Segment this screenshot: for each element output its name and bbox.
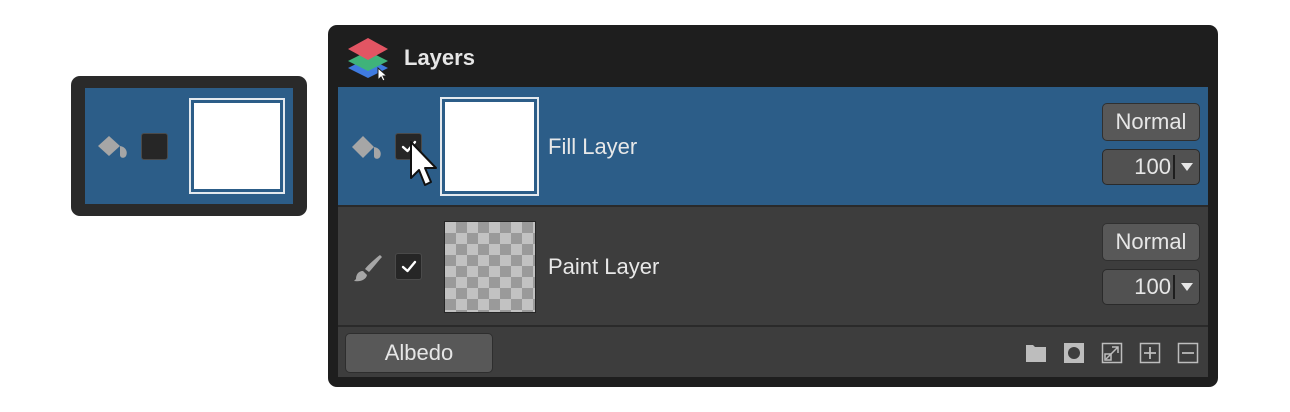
layers-icon	[348, 38, 389, 82]
opacity-dropdown[interactable]: 100	[1102, 149, 1200, 185]
checkmark-icon	[401, 260, 416, 272]
opacity-divider	[1173, 155, 1175, 179]
panel-footer: Albedo	[338, 327, 1208, 377]
opacity-value[interactable]: 100	[1103, 270, 1171, 304]
layer-name[interactable]: Paint Layer	[548, 254, 659, 280]
chevron-down-icon[interactable]	[1180, 162, 1194, 172]
mouse-cursor-icon	[410, 141, 437, 186]
layers-panel: Layers Fill Layer Normal 100 Paint Layer…	[328, 25, 1218, 387]
resize-icon[interactable]	[1101, 342, 1123, 364]
add-layer-icon[interactable]	[1139, 342, 1161, 364]
layer-thumbnail[interactable]	[440, 97, 539, 196]
zoom-preview-row	[85, 88, 293, 204]
paint-brush-icon	[354, 255, 382, 282]
remove-layer-icon[interactable]	[1177, 342, 1199, 364]
mask-icon[interactable]	[1063, 342, 1085, 364]
panel-header: Layers	[328, 25, 1218, 87]
opacity-dropdown[interactable]: 100	[1102, 269, 1200, 305]
layer-name[interactable]: Fill Layer	[548, 134, 637, 160]
blend-mode-button[interactable]: Normal	[1102, 103, 1200, 141]
layer-row-fill[interactable]: Fill Layer Normal 100	[338, 87, 1208, 205]
channel-button[interactable]: Albedo	[345, 333, 493, 373]
zoom-checkbox	[141, 133, 168, 160]
fill-bucket-icon	[352, 136, 381, 159]
blend-mode-button[interactable]: Normal	[1102, 223, 1200, 261]
layer-row-paint[interactable]: Paint Layer Normal 100	[338, 207, 1208, 325]
layer-thumbnail[interactable]	[444, 221, 536, 313]
opacity-value[interactable]: 100	[1103, 150, 1171, 184]
folder-icon[interactable]	[1025, 342, 1047, 364]
fill-bucket-icon	[98, 136, 127, 158]
opacity-divider	[1173, 275, 1175, 299]
panel-title: Layers	[404, 45, 475, 70]
zoom-preview-panel	[71, 76, 307, 216]
zoom-thumbnail	[189, 98, 285, 194]
layer-visibility-checkbox[interactable]	[395, 253, 422, 280]
chevron-down-icon[interactable]	[1180, 282, 1194, 292]
